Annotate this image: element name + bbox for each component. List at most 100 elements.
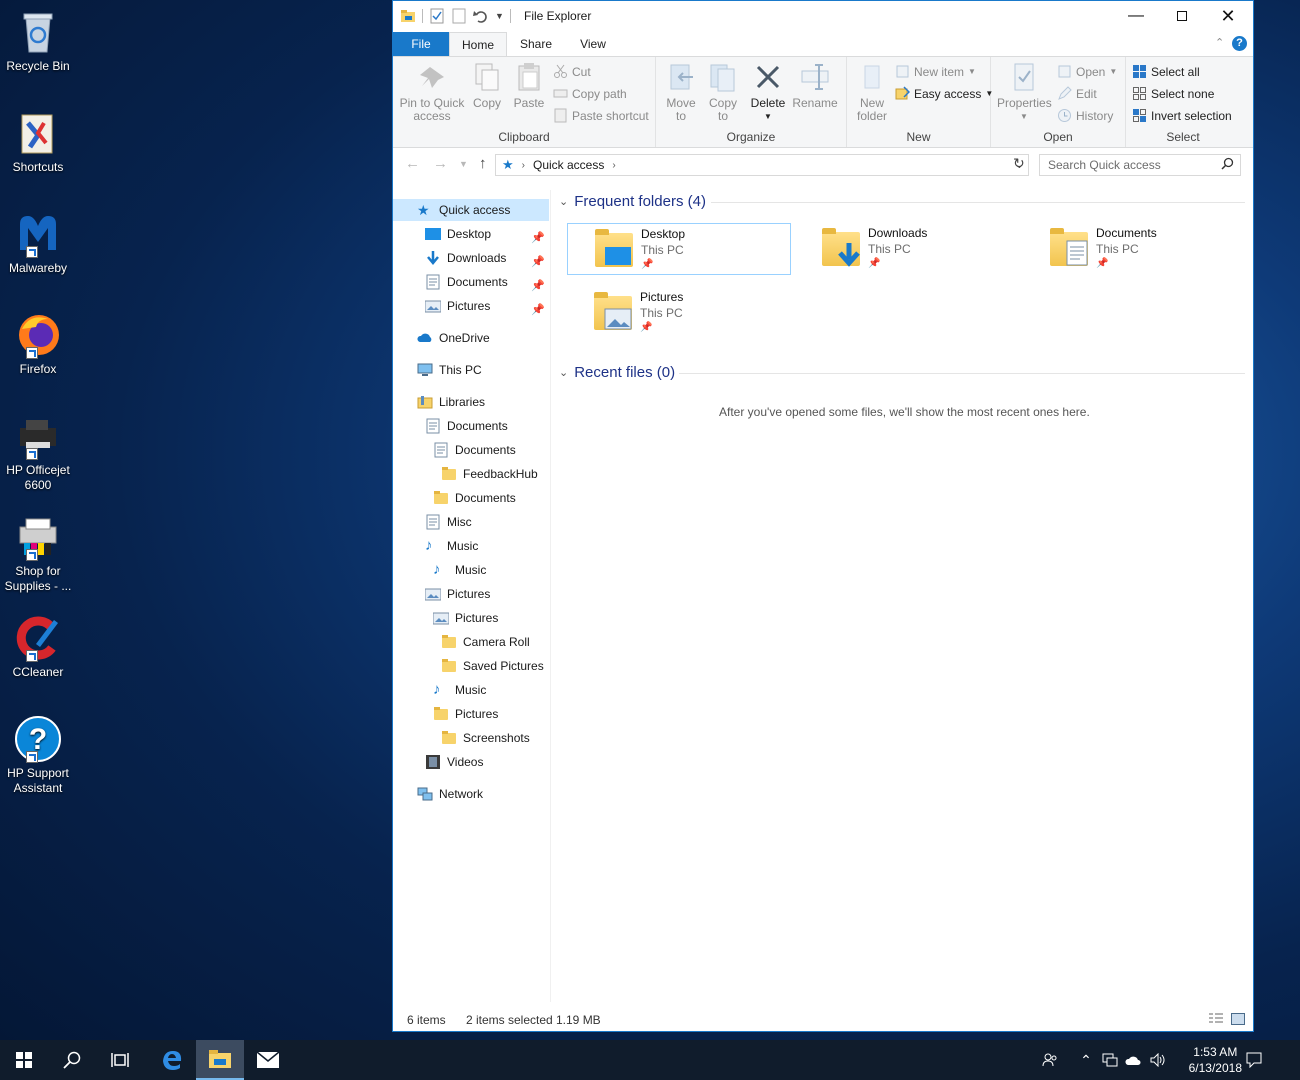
nav-lib-screenshots[interactable]: Screenshots <box>393 727 549 749</box>
select-none-button[interactable]: Select none <box>1132 86 1214 101</box>
breadcrumb-quick-access[interactable]: Quick access <box>533 158 604 172</box>
nav-lib-music-folder[interactable]: ♪ Music <box>393 679 549 701</box>
cut-button[interactable]: Cut <box>553 64 591 79</box>
maximize-button[interactable] <box>1159 1 1205 31</box>
search-icon[interactable] <box>1221 157 1234 173</box>
action-center-icon[interactable] <box>1242 1040 1266 1080</box>
nav-lib-videos[interactable]: Videos <box>393 751 549 773</box>
system-clock[interactable]: 1:53 AM 6/13/2018 <box>1189 1044 1242 1076</box>
recent-files-header[interactable]: ⌄ Recent files (0) <box>559 364 675 381</box>
new-item-button[interactable]: New item ▼ <box>895 64 976 79</box>
refresh-icon[interactable]: ↻ <box>1013 155 1025 172</box>
tab-share[interactable]: Share <box>511 32 561 56</box>
folder-tile-documents[interactable]: Documents This PC 📌 <box>1023 223 1247 275</box>
nav-quick-desktop[interactable]: Desktop 📌 <box>393 223 549 245</box>
paste-button[interactable]: Paste <box>509 61 549 110</box>
network-status-icon[interactable] <box>1100 1040 1120 1080</box>
folder-tile-downloads[interactable]: Downloads This PC 📌 <box>795 223 1019 275</box>
quick-access-star-icon: ★ <box>502 157 514 172</box>
scissors-icon <box>553 64 568 79</box>
properties-button[interactable]: Properties ▼ <box>997 61 1052 123</box>
invert-selection-button[interactable]: Invert selection <box>1132 108 1232 123</box>
search-box[interactable]: Search Quick access <box>1039 154 1241 176</box>
mail-icon[interactable] <box>244 1040 292 1080</box>
explorer-folder-icon[interactable] <box>400 8 416 24</box>
nav-libraries[interactable]: Libraries <box>393 391 549 413</box>
qat-dropdown-icon[interactable]: ▼ <box>495 11 504 21</box>
edge-browser-icon[interactable] <box>148 1040 196 1080</box>
desktop-icon-hp-officejet[interactable]: HP Officejet 6600 <box>2 412 74 493</box>
folder-tile-desktop[interactable]: Desktop This PC 📌 <box>567 223 791 275</box>
nav-lib-music[interactable]: ♪ Music <box>393 535 549 557</box>
delete-button[interactable]: Delete ▼ <box>748 61 788 123</box>
open-button[interactable]: Open ▼ <box>1057 64 1117 79</box>
copy-path-button[interactable]: Copy path <box>553 86 627 101</box>
address-bar[interactable]: ★ › Quick access › ⌄ <box>495 154 1029 176</box>
rename-button[interactable]: Rename <box>792 61 838 110</box>
nav-quick-documents[interactable]: Documents 📌 <box>393 271 549 293</box>
paste-shortcut-button[interactable]: Paste shortcut <box>553 108 649 123</box>
nav-lib-music-sub[interactable]: ♪ Music <box>393 559 549 581</box>
large-icons-view-icon[interactable] <box>1231 1013 1245 1028</box>
up-arrow-icon[interactable]: ↑ <box>479 155 487 172</box>
forward-arrow-icon[interactable]: → <box>433 155 448 172</box>
desktop-icon-shop-supplies[interactable]: Shop for Supplies - ... <box>2 513 74 594</box>
close-button[interactable]: ✕ <box>1205 1 1251 31</box>
file-explorer-taskbar-icon[interactable] <box>196 1040 244 1080</box>
desktop-icon-ccleaner[interactable]: CCleaner <box>2 614 74 680</box>
nav-lib-pictures-folder[interactable]: Pictures <box>393 703 549 725</box>
collapse-ribbon-icon[interactable]: ⌃ <box>1215 36 1224 49</box>
recycle-bin-icon <box>14 8 62 56</box>
desktop-icon-malwarebytes[interactable]: Malwareby <box>2 210 74 276</box>
nav-lib-pictures[interactable]: Pictures <box>393 583 549 605</box>
tab-file[interactable]: File <box>393 32 449 56</box>
help-icon[interactable]: ? <box>1232 36 1247 51</box>
tab-view[interactable]: View <box>569 32 617 56</box>
back-arrow-icon[interactable]: ← <box>405 155 420 172</box>
nav-quick-pictures[interactable]: Pictures 📌 <box>393 295 549 317</box>
desktop-icon-firefox[interactable]: Firefox <box>2 311 74 377</box>
edit-button[interactable]: Edit <box>1057 86 1097 101</box>
easy-access-button[interactable]: Easy access ▼ <box>895 86 993 101</box>
copy-to-button[interactable]: Copy to <box>704 61 742 123</box>
people-icon[interactable] <box>1040 1040 1060 1080</box>
nav-quick-access[interactable]: ★ Quick access <box>393 199 549 221</box>
select-all-button[interactable]: Select all <box>1132 64 1200 79</box>
pin-to-quick-access-button[interactable]: Pin to Quick access <box>399 61 465 123</box>
nav-lib-misc[interactable]: Misc <box>393 511 549 533</box>
nav-this-pc[interactable]: This PC <box>393 359 549 381</box>
nav-lib-documents-sub[interactable]: Documents <box>393 439 549 461</box>
task-view-icon[interactable] <box>96 1040 144 1080</box>
nav-onedrive[interactable]: OneDrive <box>393 327 549 349</box>
nav-lib-documents-folder[interactable]: Documents <box>393 487 549 509</box>
properties-icon[interactable] <box>429 8 445 24</box>
tab-home[interactable]: Home <box>449 32 507 57</box>
new-folder-button[interactable]: New folder <box>851 61 893 123</box>
nav-quick-downloads[interactable]: Downloads 📌 <box>393 247 549 269</box>
nav-lib-camera-roll[interactable]: Camera Roll <box>393 631 549 653</box>
minimize-button[interactable]: — <box>1113 1 1159 31</box>
details-view-icon[interactable] <box>1209 1013 1223 1028</box>
nav-lib-feedbackhub[interactable]: FeedbackHub <box>393 463 549 485</box>
nav-label: Libraries <box>439 395 486 409</box>
show-hidden-icons-chevron-up-icon[interactable]: ⌃ <box>1076 1040 1096 1080</box>
nav-network[interactable]: Network <box>393 783 549 805</box>
nav-lib-pictures-sub[interactable]: Pictures <box>393 607 549 629</box>
frequent-folders-header[interactable]: ⌄ Frequent folders (4) <box>559 193 706 210</box>
search-icon[interactable] <box>48 1040 96 1080</box>
onedrive-tray-icon[interactable] <box>1124 1040 1144 1080</box>
start-windows-icon[interactable] <box>0 1040 48 1080</box>
history-button[interactable]: History <box>1057 108 1113 123</box>
recent-locations-icon[interactable]: ▼ <box>459 159 468 169</box>
desktop-icon-hp-support[interactable]: ? HP Support Assistant <box>2 715 74 796</box>
folder-tile-pictures[interactable]: Pictures This PC 📌 <box>567 287 791 339</box>
nav-lib-saved-pictures[interactable]: Saved Pictures <box>393 655 549 677</box>
undo-icon[interactable] <box>473 8 489 24</box>
nav-lib-documents[interactable]: Documents <box>393 415 549 437</box>
desktop-icon-shortcuts[interactable]: Shortcuts <box>2 109 74 175</box>
copy-button[interactable]: Copy <box>467 61 507 110</box>
move-to-button[interactable]: Move to <box>662 61 700 123</box>
desktop-icon-recycle-bin[interactable]: Recycle Bin <box>2 8 74 74</box>
volume-speaker-icon[interactable] <box>1148 1040 1168 1080</box>
new-folder-icon[interactable] <box>451 8 467 24</box>
